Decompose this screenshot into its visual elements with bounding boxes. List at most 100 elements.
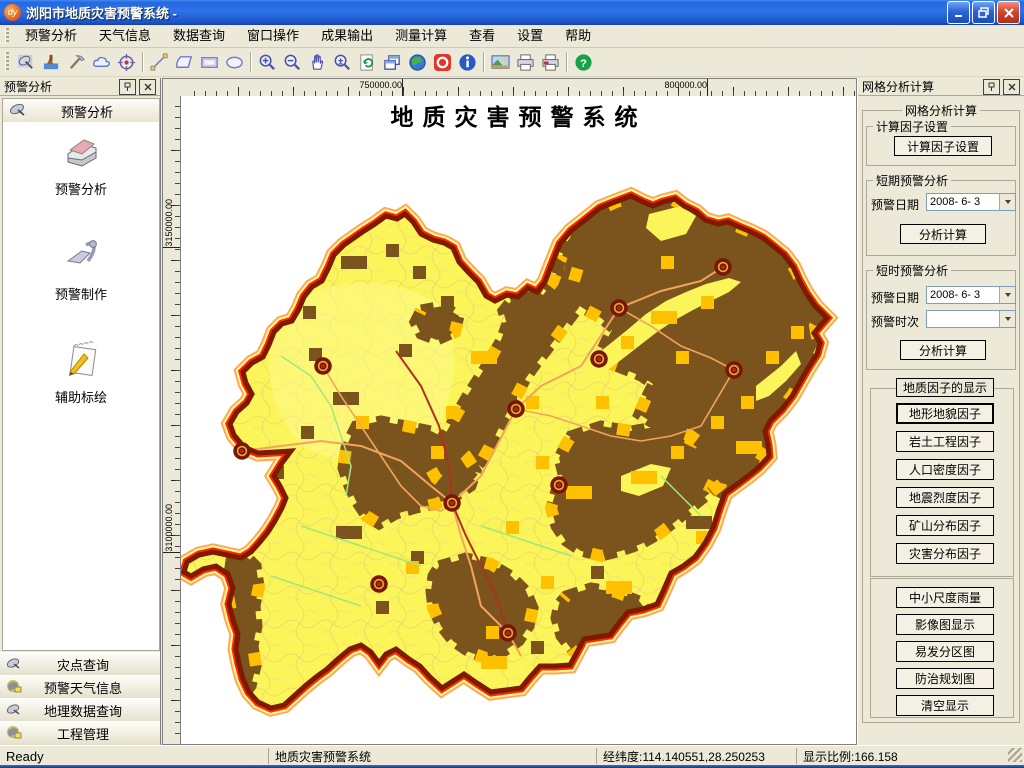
ruler-label: 800000.00 [664,80,707,90]
pin-icon[interactable] [119,79,136,95]
menu-item-6[interactable]: 查看 [458,25,506,47]
close-icon[interactable] [1003,79,1020,95]
sidebar-item-label: 工程管理 [26,724,160,743]
menu-item-7[interactable]: 设置 [506,25,554,47]
terrain-icon [42,53,61,72]
stop-button[interactable] [430,50,455,74]
warning-period-combo[interactable] [926,310,1016,328]
toolbar-grip [5,52,9,72]
chevron-down-icon[interactable] [999,311,1015,327]
info-button[interactable] [455,50,480,74]
menu-item-5[interactable]: 测量计算 [384,25,458,47]
grid-analysis-group-label: 网格分析计算 [902,102,980,119]
zoom-selection-button[interactable] [330,50,355,74]
status-scale: 显示比例:166.158 [796,748,1011,764]
toolbar-separator [483,52,485,72]
pencil-pad-icon [60,338,102,380]
geo-factor-button-1[interactable]: 岩土工程因子 [896,431,994,452]
resize-grip[interactable] [1008,748,1022,762]
pan-hand-button[interactable] [305,50,330,74]
factor-settings-button[interactable]: 计算因子设置 [894,136,992,156]
tool-warning-production[interactable]: 预警制作 [3,237,159,303]
sidebar-item-disaster-query[interactable]: 灾点查询 [0,652,160,677]
sidebar-item-warning-weather[interactable]: 预警天气信息 [0,675,160,700]
menu-item-0[interactable]: 预警分析 [14,25,88,47]
geo-factor-button-2[interactable]: 人口密度因子 [896,459,994,480]
map-canvas[interactable]: 地质灾害预警系统 [181,96,856,744]
draw-rectangle-button[interactable] [197,50,222,74]
menu-item-2[interactable]: 数据查询 [162,25,236,47]
display-layer-button-1[interactable]: 影像图显示 [896,614,994,635]
zoom-out-button[interactable] [280,50,305,74]
app-logo-icon: dy [4,4,21,21]
menu-item-3[interactable]: 窗口操作 [236,25,310,47]
close-button[interactable] [997,1,1020,24]
town-marker-7 [552,478,566,492]
web-globe-button[interactable] [405,50,430,74]
restore-button[interactable] [972,1,995,24]
ruler-tick [163,552,180,553]
draw-polygon-button[interactable] [172,50,197,74]
status-coordinates: 经纬度:114.140551,28.250253 [596,748,796,764]
pick-tool-button[interactable] [64,50,89,74]
short-time-analyze-button[interactable]: 分析计算 [900,340,986,360]
display-layer-button-3[interactable]: 防治规划图 [896,668,994,689]
geo-factor-button-3[interactable]: 地震烈度因子 [896,487,994,508]
display-layer-button-0[interactable]: 中小尺度雨量 [896,587,994,608]
locate-target-button[interactable] [114,50,139,74]
globe-doc-icon [6,725,22,742]
tool-label: 辅助标绘 [3,387,159,406]
left-panel-title-bar: 预警分析 [0,78,160,96]
short-time-group-label: 短时预警分析 [873,262,951,279]
town-marker-10 [501,626,515,640]
right-panel-title: 网格分析计算 [862,78,980,95]
help-button[interactable]: ? [571,50,596,74]
menu-item-8[interactable]: 帮助 [554,25,602,47]
short-term-date-combo[interactable]: 2008- 6- 3 [926,193,1016,211]
town-marker-5 [235,444,249,458]
cascade-windows-button[interactable] [380,50,405,74]
map-title: 地质灾害预警系统 [181,98,856,132]
terrain-tool-button[interactable] [39,50,64,74]
cloud-weather-button[interactable] [89,50,114,74]
draw-ellipse-button[interactable] [222,50,247,74]
short-term-analyze-button[interactable]: 分析计算 [900,224,986,244]
status-ready: Ready [0,749,268,764]
geo-factor-button-5[interactable]: 灾害分布因子 [896,543,994,564]
print-preview-button[interactable] [538,50,563,74]
chevron-down-icon[interactable] [999,287,1015,303]
export-image-button[interactable] [488,50,513,74]
display-layer-button-4[interactable]: 清空显示 [896,695,994,716]
geo-factor-button-0[interactable]: 地形地貌因子 [896,403,994,424]
draw-line-button[interactable] [147,50,172,74]
sidebar-item-geo-data-query[interactable]: 地理数据查询 [0,698,160,723]
geo-factor-button-4[interactable]: 矿山分布因子 [896,515,994,536]
tool-warning-analysis[interactable]: 预警分析 [3,134,159,198]
pin-icon[interactable] [983,79,1000,95]
print-button[interactable] [513,50,538,74]
refresh-view-button[interactable] [355,50,380,74]
short-time-date-combo[interactable]: 2008- 6- 3 [926,286,1016,304]
toolbar-separator [250,52,252,72]
display-layer-button-2[interactable]: 易发分区图 [896,641,994,662]
town-marker-0 [716,260,730,274]
globe-doc-icon [6,679,22,696]
ruler-tick [707,79,708,96]
short-term-group-label: 短期预警分析 [873,172,951,189]
menu-item-1[interactable]: 天气信息 [88,25,162,47]
chevron-down-icon[interactable] [999,194,1015,210]
minimize-button[interactable] [947,1,970,24]
ruler-label: 3150000.00 [164,199,174,247]
left-panel-section-header[interactable]: 预警分析 [2,98,160,124]
satellite-analysis-button[interactable] [14,50,39,74]
pick-icon [67,53,86,72]
short-term-date-value: 2008- 6- 3 [927,194,999,210]
zoom-in-button[interactable] [255,50,280,74]
close-icon[interactable] [139,79,156,95]
tool-label: 预警分析 [3,179,159,198]
tool-auxiliary-plotting[interactable]: 辅助标绘 [3,338,159,406]
menu-item-4[interactable]: 成果输出 [310,25,384,47]
notebook-icon [60,134,102,172]
sidebar-item-project-management[interactable]: 工程管理 [0,721,160,746]
toolbar-separator [566,52,568,72]
